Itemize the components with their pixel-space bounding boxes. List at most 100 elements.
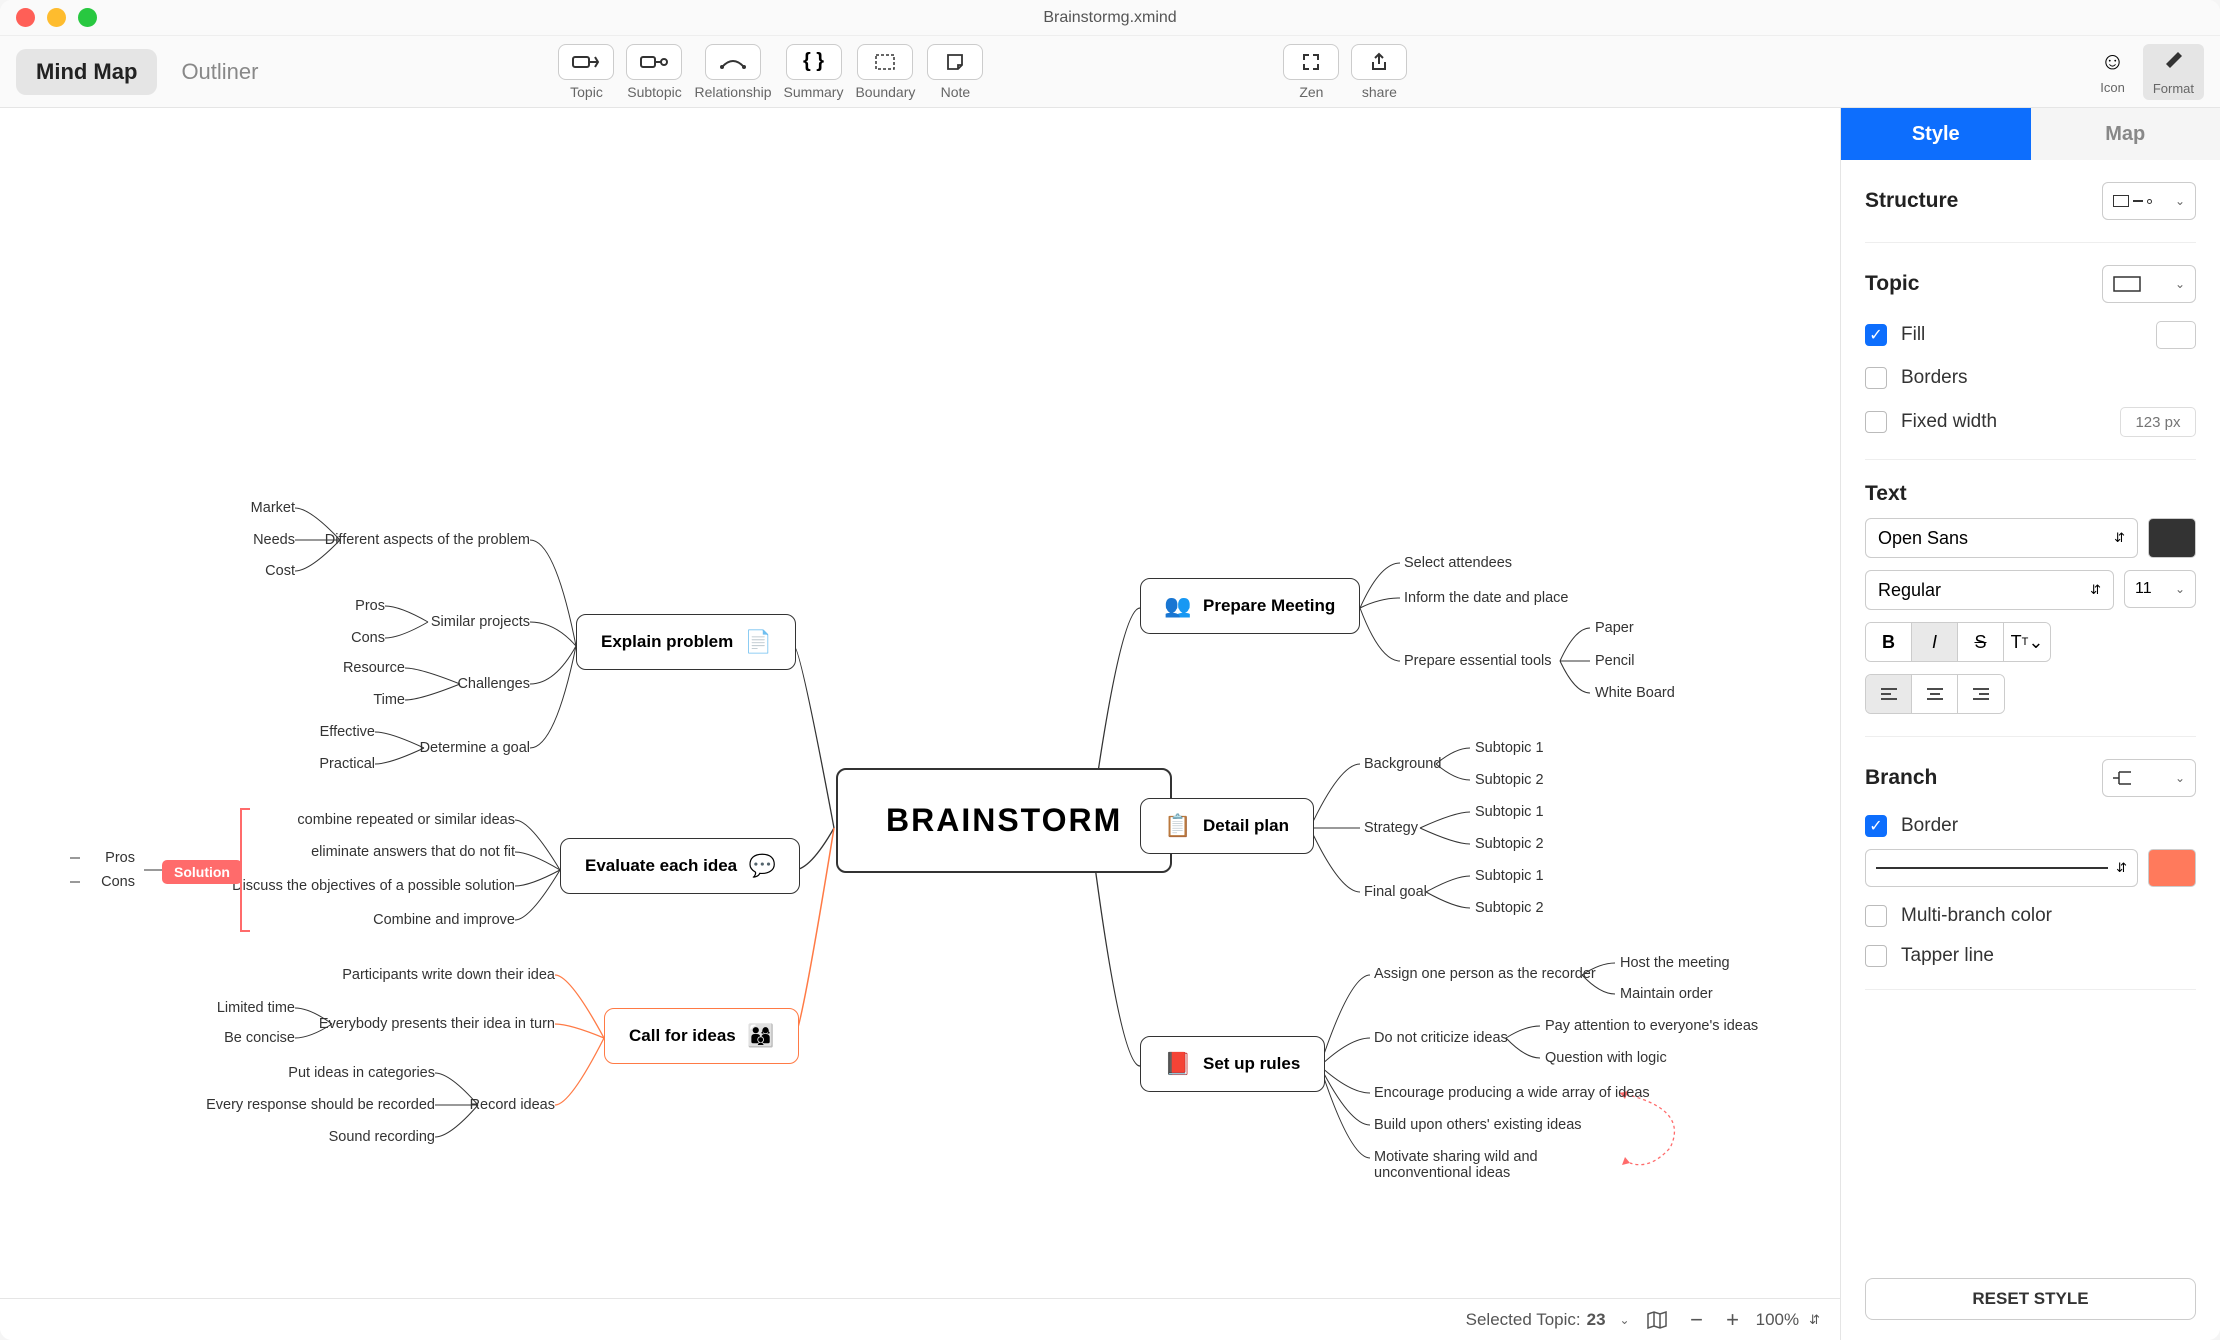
list-item[interactable]: Pencil [1595,653,1635,669]
zoom-level[interactable]: 100% [1756,1310,1799,1330]
list-item[interactable]: White Board [1595,685,1675,701]
list-item[interactable]: eliminate answers that do not fit [311,844,515,860]
selected-topics[interactable]: Selected Topic: 23 ⌄ [1466,1310,1630,1330]
list-item[interactable]: Cons [351,630,385,646]
list-item[interactable]: Subtopic 1 [1475,740,1544,756]
list-item[interactable]: Record ideas [470,1097,555,1113]
align-center-button[interactable] [1912,675,1958,713]
tool-note[interactable]: Note [927,44,983,100]
map-overview-icon[interactable] [1646,1310,1668,1330]
node-set-up-rules[interactable]: 📕Set up rules [1140,1036,1325,1092]
list-item[interactable]: Needs [253,532,295,548]
tool-format[interactable]: Format [2143,44,2204,100]
border-color-swatch[interactable] [2148,849,2196,887]
list-item[interactable]: Build upon others' existing ideas [1374,1117,1582,1133]
zoom-out-button[interactable]: − [1684,1307,1710,1333]
checkbox-fixed-width[interactable] [1865,411,1887,433]
list-item[interactable]: Effective [320,724,375,740]
text-case-button[interactable]: TT ⌄ [2004,623,2050,661]
list-item[interactable]: Strategy [1364,820,1418,836]
list-item[interactable]: Maintain order [1620,986,1713,1002]
list-item[interactable]: Similar projects [431,614,530,630]
list-item[interactable]: Subtopic 2 [1475,836,1544,852]
minimize-icon[interactable] [47,8,66,27]
node-explain-problem[interactable]: Explain problem📄 [576,614,796,670]
tool-subtopic[interactable]: Subtopic [626,44,682,100]
list-item[interactable]: Select attendees [1404,555,1512,571]
checkbox-tapper[interactable] [1865,945,1887,967]
list-item[interactable]: Pay attention to everyone's ideas [1545,1018,1758,1034]
list-item[interactable]: Determine a goal [420,740,530,756]
list-item[interactable]: Pros [355,598,385,614]
node-central[interactable]: BRAINSTORM [836,768,1172,873]
list-item[interactable]: Every response should be recorded [206,1097,435,1113]
tool-boundary[interactable]: Boundary [855,44,915,100]
view-mind-map[interactable]: Mind Map [16,49,157,95]
list-item[interactable]: Resource [343,660,405,676]
list-item[interactable]: Subtopic 2 [1475,772,1544,788]
node-prepare-meeting[interactable]: 👥Prepare Meeting [1140,578,1360,634]
align-left-button[interactable] [1866,675,1912,713]
font-size-select[interactable]: 11⌄ [2124,570,2196,608]
list-item[interactable]: Host the meeting [1620,955,1730,971]
bold-button[interactable]: B [1866,623,1912,661]
align-right-button[interactable] [1958,675,2004,713]
view-outliner[interactable]: Outliner [161,49,278,95]
list-item[interactable]: Subtopic 1 [1475,804,1544,820]
tag-solution[interactable]: Solution [162,860,242,884]
strike-button[interactable]: S [1958,623,2004,661]
list-item[interactable]: Combine and improve [373,912,515,928]
list-item[interactable]: Put ideas in categories [288,1065,435,1081]
list-item[interactable]: combine repeated or similar ideas [297,812,515,828]
list-item[interactable]: Final goal [1364,884,1427,900]
topic-shape-dropdown[interactable]: ⌄ [2102,265,2196,303]
tool-summary[interactable]: { }Summary [784,44,844,100]
list-item[interactable]: Market [251,500,295,516]
list-item[interactable]: Sound recording [329,1129,435,1145]
list-item[interactable]: Question with logic [1545,1050,1667,1066]
list-item[interactable]: Do not criticize ideas [1374,1030,1508,1046]
list-item[interactable]: Paper [1595,620,1634,636]
font-family-select[interactable]: Open Sans⇵ [1865,518,2138,558]
checkbox-borders[interactable] [1865,367,1887,389]
list-item[interactable]: Limited time [217,1000,295,1016]
list-item[interactable]: Encourage producing a wide array of idea… [1374,1085,1650,1101]
list-item[interactable]: Inform the date and place [1404,590,1568,606]
list-item[interactable]: Prepare essential tools [1404,653,1552,669]
list-item[interactable]: Participants write down their idea [342,967,555,983]
checkbox-multi-branch[interactable] [1865,905,1887,927]
tool-topic[interactable]: Topic [558,44,614,100]
list-item[interactable]: Discuss the objectives of a possible sol… [232,878,515,894]
list-item[interactable]: Subtopic 1 [1475,868,1544,884]
line-width-select[interactable]: ⇵ [1865,849,2138,887]
list-item[interactable]: Assign one person as the recorder [1374,966,1596,982]
structure-dropdown[interactable]: ⌄ [2102,182,2196,220]
tool-relationship[interactable]: Relationship [694,44,771,100]
tool-share[interactable]: share [1351,44,1407,100]
checkbox-fill[interactable]: ✓ [1865,324,1887,346]
branch-style-dropdown[interactable]: ⌄ [2102,759,2196,797]
list-item[interactable]: Cons [101,874,135,890]
list-item[interactable]: Practical [319,756,375,772]
close-icon[interactable] [16,8,35,27]
tool-icon[interactable]: ☺Icon [2090,44,2135,100]
tool-zen[interactable]: Zen [1283,44,1339,100]
list-item[interactable]: Everybody presents their idea in turn [319,1016,555,1032]
list-item[interactable]: Subtopic 2 [1475,900,1544,916]
list-item[interactable]: Cost [265,563,295,579]
canvas[interactable]: BRAINSTORM 👥Prepare Meeting Select atten… [0,108,1840,1340]
checkbox-border[interactable]: ✓ [1865,815,1887,837]
text-color-swatch[interactable] [2148,518,2196,558]
node-call-for-ideas[interactable]: Call for ideas👨‍👩‍👦 [604,1008,799,1064]
reset-style-button[interactable]: RESET STYLE [1865,1278,2196,1320]
italic-button[interactable]: I [1912,623,1958,661]
list-item[interactable]: Different aspects of the problem [325,532,530,548]
maximize-icon[interactable] [78,8,97,27]
list-item[interactable]: Pros [105,850,135,866]
list-item[interactable]: Challenges [457,676,530,692]
node-detail-plan[interactable]: 📋Detail plan [1140,798,1314,854]
font-weight-select[interactable]: Regular⇵ [1865,570,2114,610]
tab-map[interactable]: Map [2031,108,2220,160]
list-item[interactable]: Background [1364,756,1441,772]
list-item[interactable]: Motivate sharing wild and unconventional… [1374,1149,1624,1181]
